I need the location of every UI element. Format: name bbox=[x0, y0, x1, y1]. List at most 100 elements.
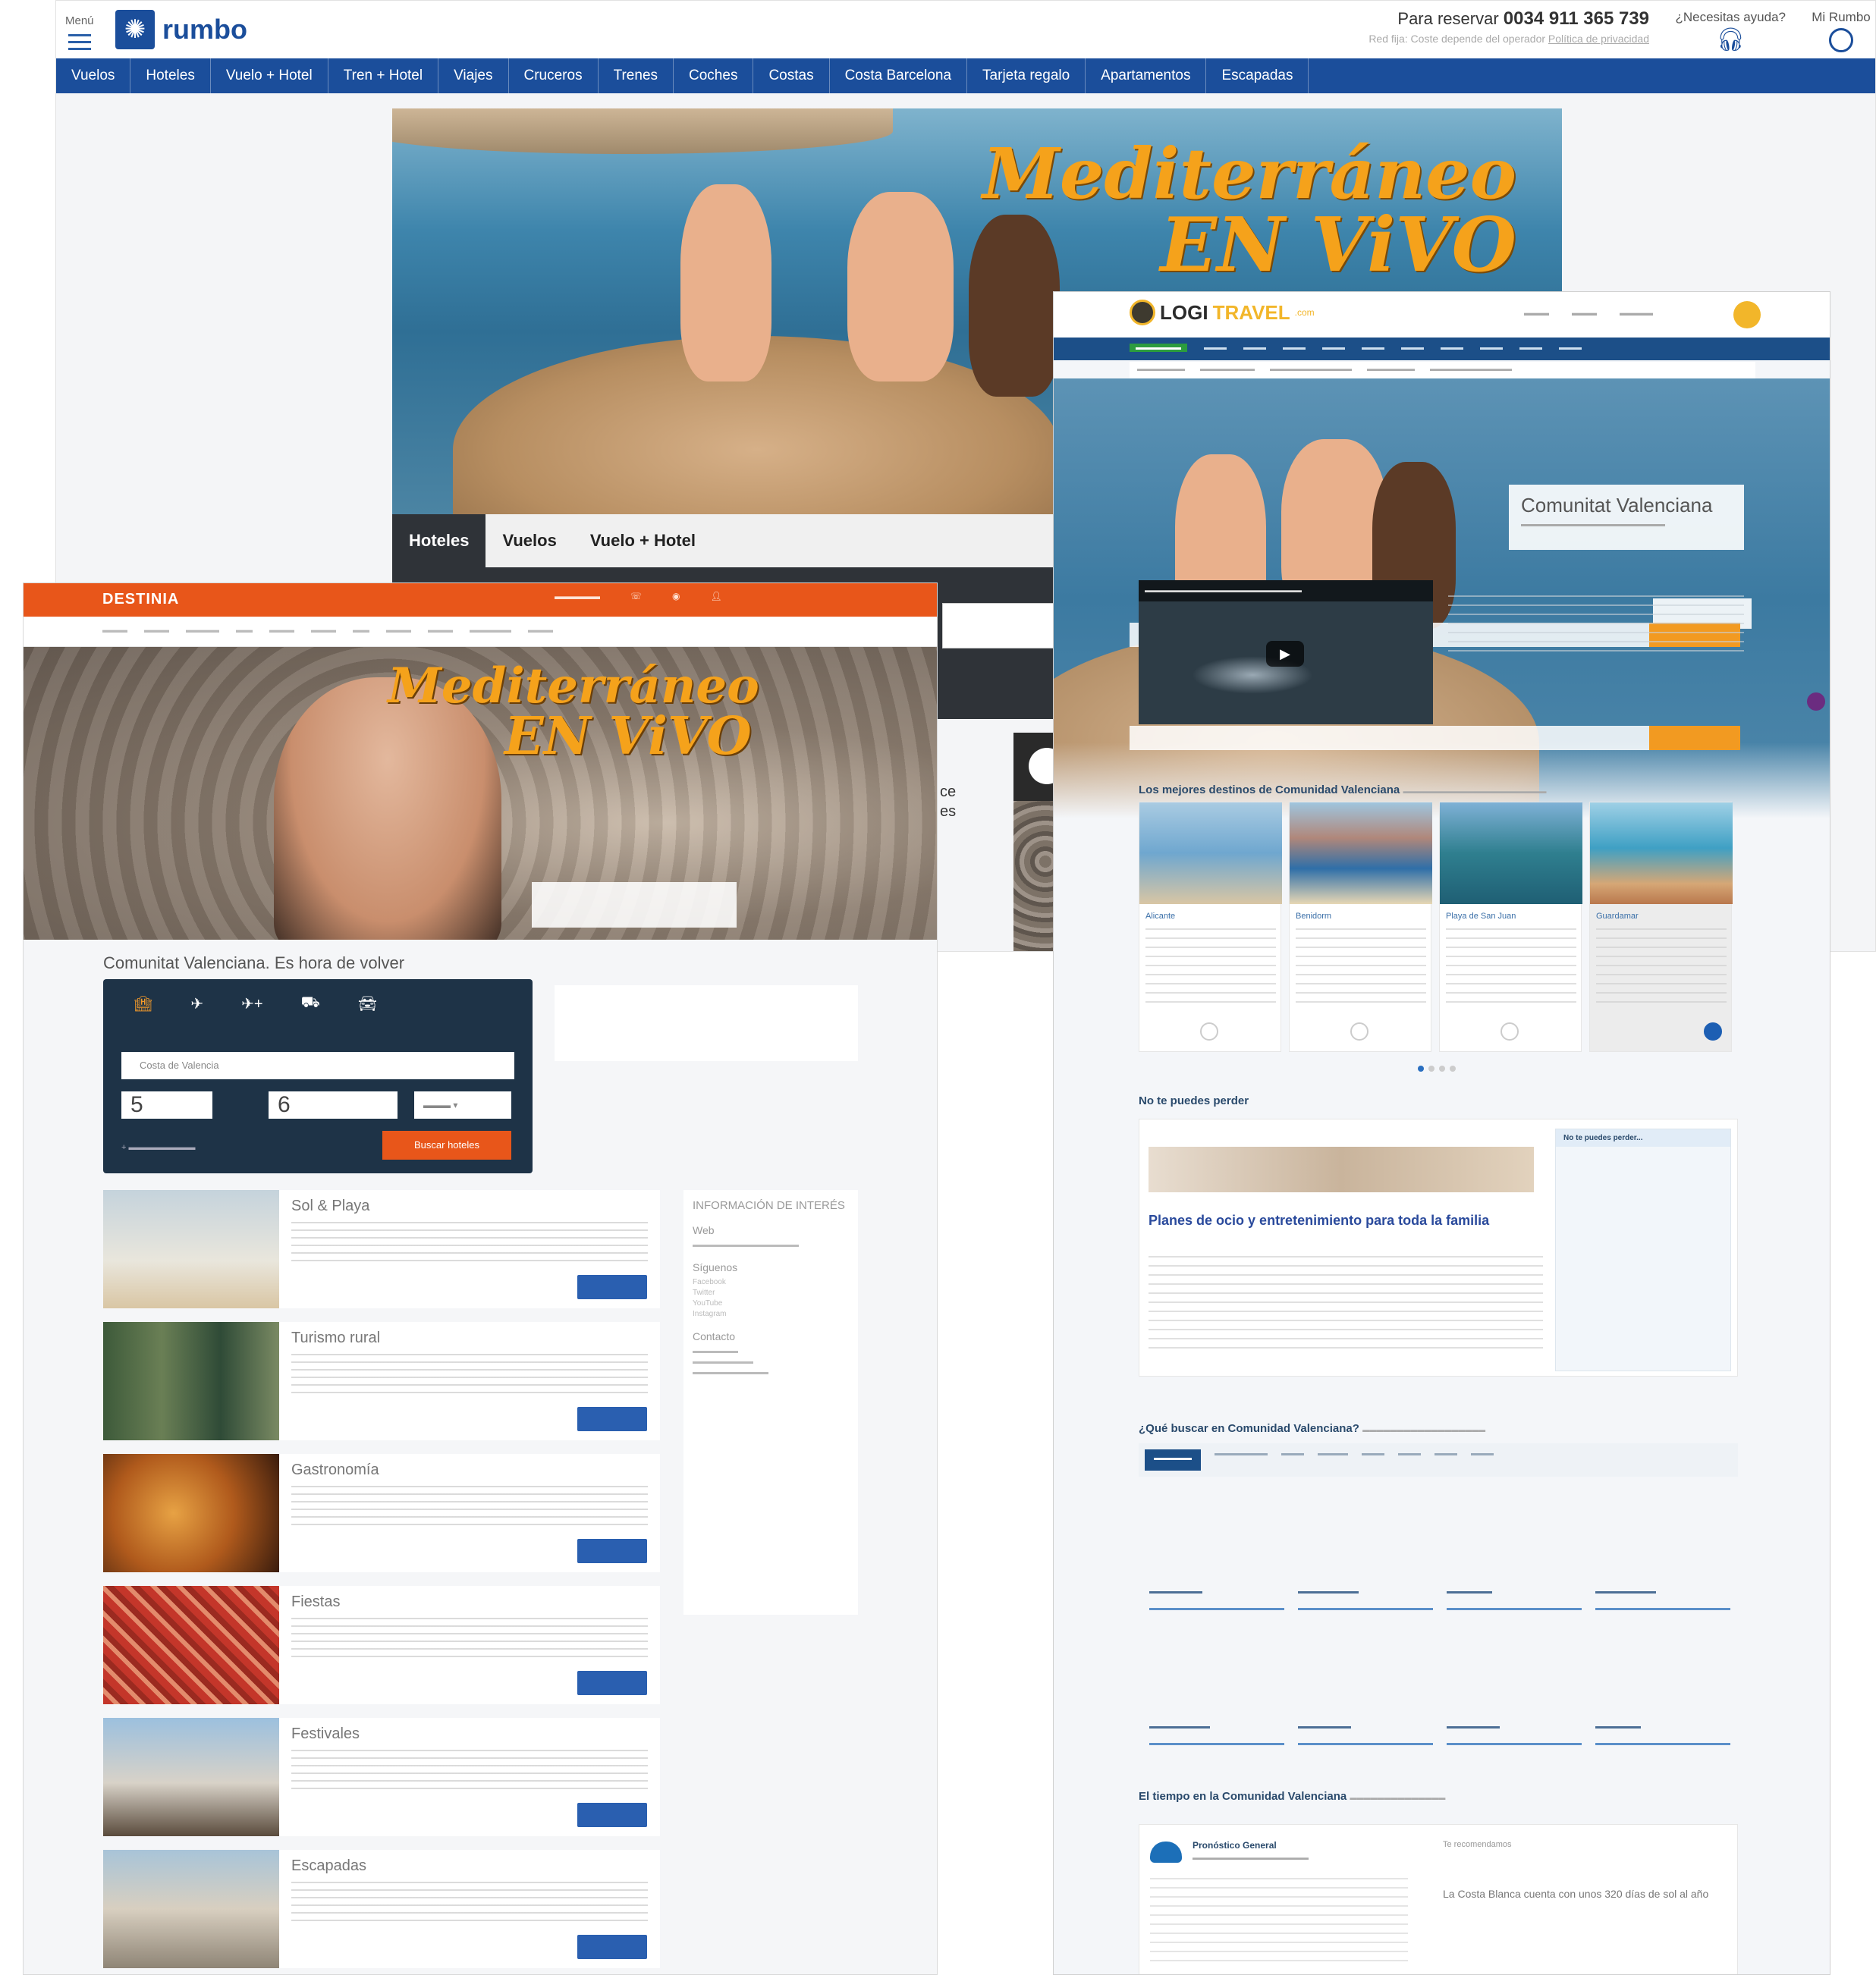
twitter-link[interactable]: Twitter bbox=[693, 1289, 849, 1297]
nav-trenes[interactable]: Trenes bbox=[599, 58, 674, 93]
nav-item[interactable]: ▬▬▬ bbox=[144, 626, 169, 635]
header-link[interactable]: ▬▬▬ bbox=[1572, 309, 1597, 318]
nav-coches[interactable]: Coches bbox=[674, 58, 754, 93]
tab-item[interactable]: ▬▬▬▬▬▬▬ bbox=[1215, 1449, 1268, 1471]
nav-tren-hotel[interactable]: Tren + Hotel bbox=[328, 58, 439, 93]
nav-item[interactable]: ▬▬▬ bbox=[428, 626, 453, 635]
menu-button[interactable]: Menú bbox=[62, 7, 108, 52]
plan-title[interactable]: Planes de ocio y entretenimiento para to… bbox=[1149, 1210, 1543, 1230]
see-more-button[interactable] bbox=[577, 1407, 647, 1431]
nav-item[interactable]: ▬▬▬ bbox=[1441, 344, 1463, 352]
nav-costa-barcelona[interactable]: Costa Barcelona bbox=[830, 58, 968, 93]
carousel-dots[interactable] bbox=[1418, 1066, 1456, 1072]
destinia-hero-banner[interactable]: Mediterráneo EN ViVO bbox=[24, 647, 937, 940]
search-filter-bar-secondary[interactable] bbox=[1130, 726, 1740, 750]
nav-item[interactable]: ▬▬▬▬▬▬ bbox=[1130, 344, 1187, 352]
privacy-link[interactable]: Política de privacidad bbox=[1548, 33, 1649, 45]
place-item[interactable]: ▬▬▬▬▬▬ bbox=[1447, 1587, 1582, 1610]
nav-vuelo-hotel[interactable]: Vuelo + Hotel bbox=[211, 58, 328, 93]
flight-icon[interactable]: ✈ bbox=[190, 994, 203, 1013]
advanced-options-link[interactable]: + ▬▬▬▬▬▬▬▬ bbox=[121, 1143, 195, 1152]
place-item[interactable]: ▬▬▬▬▬▬ bbox=[1595, 1722, 1730, 1745]
video-player[interactable]: ▬▬▬▬▬▬▬▬▬▬▬▬▬▬▬▬▬▬▬▬▬▬▬ ▶ bbox=[1139, 580, 1433, 724]
nav-cruceros[interactable]: Cruceros bbox=[509, 58, 599, 93]
breadcrumb-item[interactable]: ▬▬▬▬▬▬▬ bbox=[1137, 365, 1185, 375]
nav-item[interactable]: ▬▬ bbox=[353, 626, 369, 635]
rumbo-logo[interactable]: ✺ rumbo bbox=[115, 10, 247, 49]
tab-vuelos[interactable]: Vuelos bbox=[485, 514, 573, 567]
see-more-button[interactable] bbox=[577, 1275, 647, 1299]
nav-item[interactable]: ▬▬▬ bbox=[1401, 344, 1424, 352]
youtube-link[interactable]: YouTube bbox=[693, 1299, 849, 1308]
place-item[interactable]: ▬▬▬▬▬▬▬ bbox=[1149, 1587, 1284, 1610]
nav-item[interactable]: ▬▬▬ bbox=[1283, 344, 1306, 352]
tab-item[interactable]: ▬▬▬ bbox=[1362, 1449, 1384, 1471]
breadcrumb-item[interactable]: ▬▬▬▬▬▬▬ bbox=[1367, 365, 1415, 375]
nav-item[interactable]: ▬▬▬ bbox=[311, 626, 336, 635]
place-item[interactable]: ▬▬▬▬▬▬▬ bbox=[1447, 1722, 1582, 1745]
user-icon[interactable]: 👤︎ bbox=[711, 591, 722, 601]
instagram-link[interactable]: Instagram bbox=[693, 1310, 849, 1318]
nav-item[interactable]: ▬▬▬ bbox=[1322, 344, 1345, 352]
checkin-date[interactable]: 5 bbox=[121, 1091, 212, 1119]
nav-item[interactable]: ▬▬▬▬▬ bbox=[470, 626, 511, 635]
travel-icon[interactable]: ⛟ bbox=[301, 994, 320, 1013]
tab-item[interactable]: ▬▬▬▬ bbox=[1318, 1449, 1348, 1471]
header-link[interactable]: ▬▬▬ bbox=[1524, 309, 1549, 318]
nav-item[interactable]: ▬▬▬ bbox=[1204, 344, 1227, 352]
nav-item[interactable]: ▬▬ bbox=[236, 626, 253, 635]
breadcrumb-item[interactable]: ▬▬▬▬▬▬▬▬▬▬▬▬ bbox=[1430, 365, 1512, 375]
hotel-icon[interactable]: 🏨︎ bbox=[134, 994, 152, 1013]
info-icon[interactable] bbox=[1200, 1022, 1218, 1041]
phone-icon[interactable]: ☏ bbox=[630, 591, 642, 601]
nav-tarjeta-regalo[interactable]: Tarjeta regalo bbox=[967, 58, 1086, 93]
place-item[interactable]: ▬▬▬▬▬▬▬▬ bbox=[1298, 1587, 1433, 1610]
nav-item[interactable]: ▬▬▬ bbox=[1480, 344, 1503, 352]
search-hotels-button[interactable]: Buscar hoteles bbox=[382, 1131, 511, 1160]
next-arrow-icon[interactable] bbox=[1704, 1022, 1722, 1041]
destination-card[interactable]: Alicante bbox=[1139, 802, 1282, 1052]
rooms-select[interactable]: ▬▬▬ ▾ bbox=[414, 1091, 511, 1119]
language-icon[interactable]: ◉ bbox=[672, 591, 680, 601]
destination-card[interactable]: Guardamar bbox=[1589, 802, 1733, 1052]
see-more-button[interactable] bbox=[577, 1671, 647, 1695]
chat-icon[interactable] bbox=[1807, 692, 1825, 711]
see-more-button[interactable] bbox=[577, 1935, 647, 1959]
nav-item[interactable]: ▬▬▬ bbox=[1559, 344, 1582, 352]
nav-hoteles[interactable]: Hoteles bbox=[130, 58, 211, 93]
top-link[interactable]: ▬▬▬▬▬ bbox=[555, 591, 600, 601]
info-icon[interactable] bbox=[1350, 1022, 1369, 1041]
place-item[interactable]: ▬▬▬▬▬▬▬▬ bbox=[1595, 1587, 1730, 1610]
nav-item[interactable]: ▬▬▬ bbox=[1243, 344, 1266, 352]
place-item[interactable]: ▬▬▬▬▬▬▬▬ bbox=[1149, 1722, 1284, 1745]
destination-input[interactable]: Costa de Valencia bbox=[121, 1052, 514, 1079]
nav-item[interactable]: ▬▬▬ bbox=[269, 626, 294, 635]
nav-item[interactable]: ▬▬▬▬ bbox=[186, 626, 219, 635]
nav-item[interactable]: ▬▬▬ bbox=[386, 626, 411, 635]
nav-costas[interactable]: Costas bbox=[753, 58, 830, 93]
tab-vuelo-hotel[interactable]: Vuelo + Hotel bbox=[573, 514, 712, 567]
tab-item[interactable]: ▬▬▬ bbox=[1281, 1449, 1304, 1471]
destination-card[interactable]: Playa de San Juan bbox=[1439, 802, 1582, 1052]
search-button[interactable] bbox=[1649, 726, 1740, 750]
destination-card[interactable]: Benidorm bbox=[1289, 802, 1432, 1052]
place-item[interactable]: ▬▬▬▬▬▬▬ bbox=[1298, 1722, 1433, 1745]
account-button[interactable]: Mi Rumbo bbox=[1799, 10, 1875, 52]
destinia-logo[interactable]: DESTINIA bbox=[102, 591, 179, 608]
user-icon[interactable] bbox=[1733, 301, 1761, 328]
car-icon[interactable]: 🚘︎ bbox=[358, 994, 377, 1013]
nav-viajes[interactable]: Viajes bbox=[438, 58, 509, 93]
tab-item[interactable]: ▬▬▬ bbox=[1434, 1449, 1457, 1471]
breadcrumb-item[interactable]: ▬▬▬▬▬▬▬▬▬▬▬▬ bbox=[1270, 365, 1352, 375]
nav-item[interactable]: ▬▬▬ bbox=[528, 626, 553, 635]
info-icon[interactable] bbox=[1500, 1022, 1519, 1041]
nav-vuelos[interactable]: Vuelos bbox=[56, 58, 131, 93]
help-button[interactable]: ¿Necesitas ayuda? 🎧︎ bbox=[1675, 10, 1786, 53]
flight-hotel-icon[interactable]: ✈+ bbox=[241, 994, 262, 1013]
tab-item[interactable]: ▬▬▬ bbox=[1398, 1449, 1421, 1471]
nav-item[interactable]: ▬▬▬ bbox=[102, 626, 127, 635]
logitravel-logo[interactable]: LOGI TRAVEL .com bbox=[1130, 300, 1315, 325]
phone-number[interactable]: 0034 911 365 739 bbox=[1504, 8, 1649, 29]
see-more-button[interactable] bbox=[577, 1803, 647, 1827]
play-icon[interactable]: ▶ bbox=[1266, 641, 1304, 667]
